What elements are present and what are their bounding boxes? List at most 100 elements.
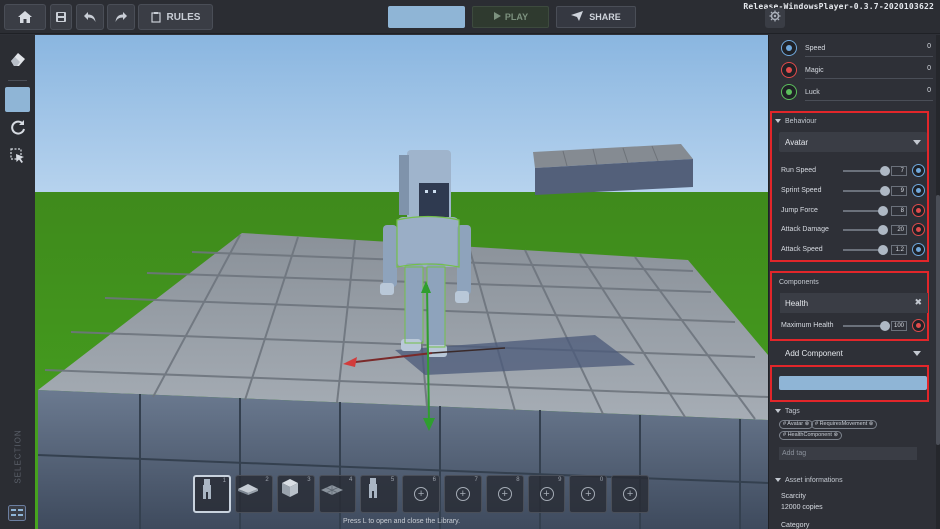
remove-tag-icon[interactable]: ⊗ <box>803 421 810 427</box>
send-icon <box>571 11 584 23</box>
library-slot[interactable]: + <box>611 475 650 513</box>
library-slot[interactable]: 6 + <box>402 475 440 513</box>
plate-asset-icon <box>237 484 258 495</box>
library-slot[interactable]: 2 <box>234 475 273 513</box>
play-label: PLAY <box>504 12 529 22</box>
slider-handle[interactable] <box>878 245 889 255</box>
collapse-arrow-icon <box>775 478 781 483</box>
library-slot[interactable]: 0 + <box>569 475 608 513</box>
floor-asset-icon <box>320 485 343 495</box>
slider-value-field[interactable]: 20 <box>891 225 907 235</box>
clipboard-icon <box>150 11 161 23</box>
slider-label: Sprint Speed <box>781 187 822 194</box>
share-button[interactable]: SHARE <box>556 6 636 28</box>
slider-handle[interactable] <box>878 206 889 216</box>
avatar-asset-icon <box>203 479 211 499</box>
redo-button[interactable] <box>107 4 135 30</box>
tag-chip[interactable]: # RequiresMovement ⊗ <box>811 420 878 429</box>
top-toolbar: RULES PLAY SHARE Release-WindowsPlayer-0… <box>0 0 940 34</box>
components-title: Components <box>779 279 819 286</box>
slider-handle[interactable] <box>879 186 890 196</box>
slider-handle[interactable] <box>879 321 890 331</box>
library-slot[interactable]: 7 + <box>443 475 482 513</box>
slot-number: 6 <box>432 477 436 483</box>
stat-link-icon[interactable] <box>912 184 925 197</box>
speed-icon <box>781 40 797 56</box>
stat-value[interactable]: 0 <box>927 43 931 50</box>
library-slot[interactable]: 5 <box>360 475 399 513</box>
stat-underline <box>805 56 933 57</box>
home-icon <box>17 10 33 24</box>
stat-link-icon[interactable] <box>912 243 925 256</box>
close-icon[interactable]: ✖ <box>914 297 922 308</box>
library-slot[interactable]: 8 + <box>485 475 524 513</box>
scarcity-label: Scarcity <box>781 493 806 500</box>
slider-value-field[interactable]: 9 <box>891 186 907 196</box>
3d-viewport[interactable]: 1 2 3 4 5 6 +7 +8 +9 +0 + + Press L to open and clo… <box>35 35 768 529</box>
slot-number: 0 <box>599 477 604 483</box>
slot-number: 5 <box>390 477 395 483</box>
slider-label: Attack Speed <box>781 246 823 253</box>
remove-tag-icon[interactable]: ⊗ <box>832 432 838 438</box>
selection-tool[interactable] <box>5 146 30 171</box>
stat-underline <box>805 78 933 79</box>
selection-cursor-icon <box>9 148 26 169</box>
add-slot-icon: + <box>497 487 512 501</box>
rules-button[interactable]: RULES <box>138 4 213 30</box>
slot-number: 9 <box>558 477 562 483</box>
stat-row-speed[interactable]: Speed 0 <box>781 39 933 57</box>
remove-tag-icon[interactable]: ⊗ <box>867 421 874 427</box>
toolbar-divider <box>8 80 27 81</box>
library-slot[interactable]: 1 <box>193 475 231 513</box>
behaviour-title[interactable]: Behaviour <box>775 118 817 125</box>
slider-run-speed: Run Speed 7 <box>781 164 929 178</box>
asset-info-title[interactable]: Asset informations <box>775 477 843 484</box>
stat-link-icon[interactable] <box>912 223 925 236</box>
add-component-dropdown[interactable]: Add Component <box>779 345 927 361</box>
settings-button[interactable] <box>765 8 785 28</box>
library-slot[interactable]: 4 <box>318 475 357 513</box>
library-slot[interactable]: 9 + <box>527 475 566 513</box>
slider-value-field[interactable]: 7 <box>891 166 907 176</box>
panel-scrollbar[interactable] <box>936 35 940 529</box>
stat-value[interactable]: 0 <box>927 65 931 72</box>
behaviour-dropdown[interactable]: Avatar <box>779 132 927 152</box>
health-component-header[interactable]: Health ✖ <box>780 293 928 313</box>
slider-handle[interactable] <box>879 166 890 176</box>
scarcity-value: 12000 copies <box>781 504 823 511</box>
slider-value-field[interactable]: 1.2 <box>891 245 907 255</box>
tags-title[interactable]: Tags <box>775 408 800 415</box>
slider-handle[interactable] <box>878 225 889 235</box>
slider-value-field[interactable]: 8 <box>891 206 907 216</box>
add-tag-input[interactable]: Add tag <box>779 447 917 460</box>
stat-label: Speed <box>805 44 826 52</box>
slot-number: 4 <box>349 477 353 483</box>
play-button[interactable]: PLAY <box>472 6 549 28</box>
slot-number: 2 <box>265 477 269 483</box>
library-slot[interactable]: 3 <box>276 475 315 513</box>
slider-value-field[interactable]: 100 <box>891 321 907 331</box>
stat-row-luck[interactable]: Luck 0 <box>781 83 933 101</box>
tag-label: # Avatar <box>783 421 804 427</box>
tag-chip[interactable]: # HealthComponent ⊗ <box>779 431 843 440</box>
stat-value[interactable]: 0 <box>927 87 931 94</box>
new-component-field[interactable] <box>779 376 927 390</box>
add-slot-icon: + <box>414 487 429 501</box>
rotate-tool[interactable] <box>5 117 30 142</box>
eraser-tool[interactable] <box>5 49 30 74</box>
stat-label: Luck <box>805 88 820 96</box>
stat-row-magic[interactable]: Magic 0 <box>781 61 933 79</box>
stat-link-icon[interactable] <box>912 204 925 217</box>
select-tool[interactable] <box>5 87 30 112</box>
library-toggle-button[interactable] <box>8 505 26 521</box>
tag-chip[interactable]: # Avatar ⊗ <box>779 420 814 429</box>
undo-button[interactable] <box>76 4 104 30</box>
slot-number: 7 <box>474 477 478 483</box>
share-label: SHARE <box>589 12 621 22</box>
stat-link-icon[interactable] <box>912 164 925 177</box>
game-name-field[interactable] <box>388 6 465 28</box>
save-button[interactable] <box>50 4 72 30</box>
stat-link-icon[interactable] <box>912 319 925 332</box>
magic-icon <box>781 62 797 78</box>
home-button[interactable] <box>4 4 46 30</box>
